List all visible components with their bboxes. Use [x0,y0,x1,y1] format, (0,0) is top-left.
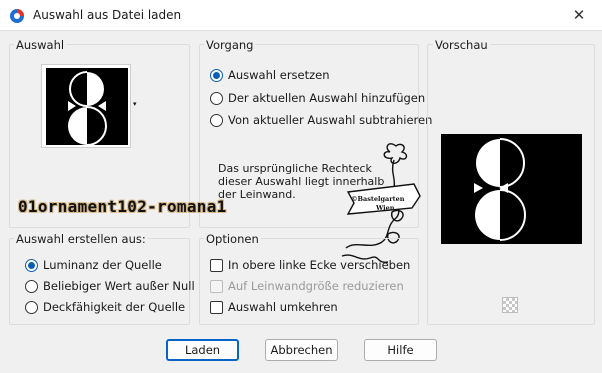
selection-file-name: 01ornament102-romana1 [18,197,227,216]
load-button[interactable]: Laden [166,339,239,361]
ornament-thumbnail-image [46,68,128,145]
title-bar: Auswahl aus Datei laden ✕ [0,0,602,31]
selection-thumbnail-dropdown[interactable] [41,64,131,148]
radio-button[interactable] [210,91,223,105]
checkbox-invert-selection[interactable]: Auswahl umkehren [210,298,338,316]
close-button[interactable]: ✕ [556,0,602,31]
radio-label: Von aktueller Auswahl subtrahieren [228,113,433,127]
paintshop-app-icon [10,9,24,23]
radio-replace-selection[interactable]: Auswahl ersetzen [210,66,330,84]
selection-preview-image [441,134,582,244]
radio-button[interactable] [25,300,38,314]
radio-any-nonzero[interactable]: Beliebiger Wert außer Null [25,277,195,295]
checkbox-move-to-top-left[interactable]: In obere linke Ecke verschieben [210,256,410,274]
watermark-line-1: ©Bastelgarten [351,195,405,203]
ornament-preview-image [441,134,582,244]
radio-label: Auswahl ersetzen [228,68,330,82]
close-icon: ✕ [572,6,586,24]
auswahl-group-title: Auswahl [14,38,67,52]
checkbox[interactable] [210,258,223,272]
radio-subtract-from-selection[interactable]: Von aktueller Auswahl subtrahieren [210,111,432,129]
window-title: Auswahl aus Datei laden [33,8,182,22]
radio-add-to-selection[interactable]: Der aktuellen Auswahl hinzufügen [210,89,425,107]
radio-label: Luminanz der Quelle [43,258,162,272]
radio-opacity[interactable]: Deckfähigkeit der Quelle [25,298,185,316]
options-group-title: Optionen [204,232,261,246]
checkbox[interactable] [210,300,223,314]
vorschau-group-title: Vorschau [433,38,490,52]
watermark-line-2: Wien [375,204,395,212]
checkbox-disabled [210,279,223,293]
checkbox-label: Auswahl umkehren [228,300,338,314]
radio-button-checked[interactable] [25,258,38,272]
radio-button-checked[interactable] [210,68,223,82]
help-button[interactable]: Hilfe [364,339,437,361]
radio-label: Der aktuellen Auswahl hinzufügen [228,91,426,105]
vorgang-group-title: Vorgang [204,38,256,52]
checkbox-label: In obere linke Ecke verschieben [228,258,411,272]
checkbox-clip-to-canvas: Auf Leinwandgröße reduzieren [210,277,404,295]
radio-luminance[interactable]: Luminanz der Quelle [25,256,162,274]
cancel-button[interactable]: Abbrechen [265,339,338,361]
transparency-checker-icon[interactable] [502,297,518,313]
checkbox-label: Auf Leinwandgröße reduzieren [228,279,404,293]
create-from-group-title: Auswahl erstellen aus: [14,232,148,246]
radio-button[interactable] [210,113,223,127]
radio-button[interactable] [25,279,38,293]
chevron-down-icon[interactable]: ▾ [133,100,137,108]
radio-label: Beliebiger Wert außer Null [43,279,195,293]
radio-label: Deckfähigkeit der Quelle [43,300,186,314]
